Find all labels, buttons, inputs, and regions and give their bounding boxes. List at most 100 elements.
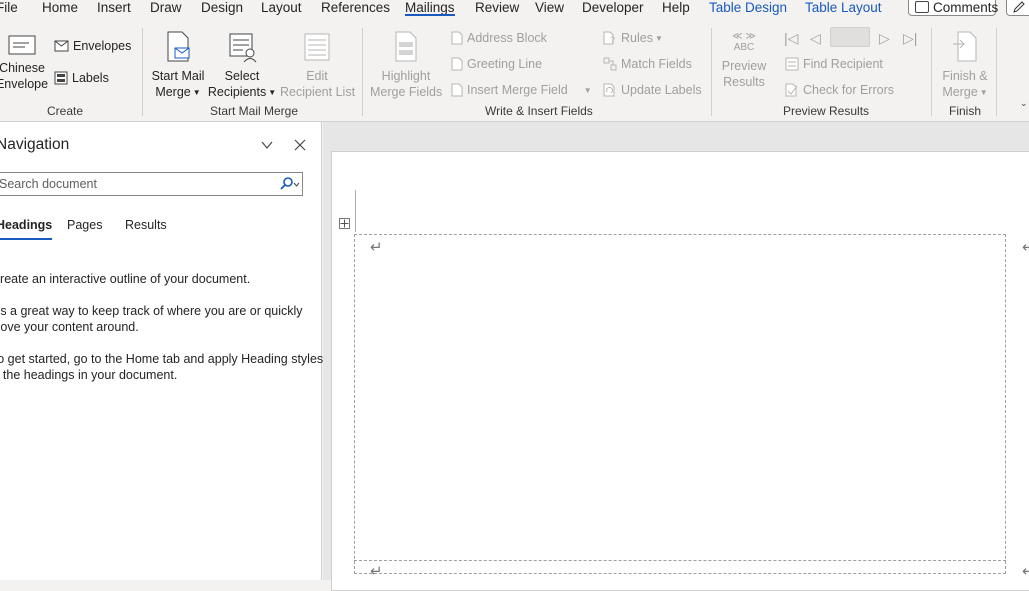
chevron-down-icon: ▼ — [583, 86, 592, 95]
match-fields-button[interactable]: Match Fields — [603, 56, 692, 74]
tab-references[interactable]: References — [321, 0, 390, 18]
find-recipient-label: Find Recipient — [803, 57, 883, 71]
find-recipient-button[interactable]: Find Recipient — [785, 56, 883, 74]
chinese-envelope-button[interactable]: Chinese Envelope — [0, 34, 50, 92]
rules-button[interactable]: ? Rules ▼ — [603, 30, 663, 48]
comment-icon — [915, 1, 929, 13]
tab-results[interactable]: Results — [125, 218, 167, 232]
search-input[interactable] — [0, 173, 269, 195]
select-recipients-button[interactable]: Select Recipients ▼ — [206, 30, 278, 102]
nav-hint-line-5: to the headings in your document. — [0, 368, 178, 382]
update-labels-label: Update Labels — [621, 83, 702, 97]
tab-headings[interactable]: Headings — [0, 218, 53, 240]
start-mail-merge-label-2: Merge — [155, 85, 191, 99]
insert-merge-field-button[interactable]: Insert Merge Field ▼ — [451, 82, 592, 100]
group-label-preview-results: Preview Results — [783, 104, 870, 118]
highlight-merge-fields-icon — [395, 31, 417, 62]
match-fields-icon — [603, 57, 617, 71]
first-record-icon[interactable]: |◁ — [784, 30, 798, 47]
find-recipient-icon — [785, 57, 799, 71]
greeting-line-button[interactable]: Greeting Line — [451, 56, 542, 74]
select-recipients-label-2: Recipients — [207, 85, 267, 99]
document-icon — [451, 31, 463, 45]
comments-button[interactable]: Comments — [908, 0, 999, 16]
chinese-envelope-label-2: Envelope — [0, 77, 49, 91]
edit-recipient-list-button[interactable]: Edit Recipient List — [280, 30, 355, 100]
tab-help[interactable]: Help — [662, 0, 690, 18]
tab-design[interactable]: Design — [201, 0, 243, 18]
comments-label: Comments — [933, 0, 999, 15]
labels-label: Labels — [72, 71, 109, 85]
previous-record-icon[interactable]: ◁ — [810, 30, 821, 47]
labels-button[interactable]: Labels — [54, 70, 109, 88]
group-label-start-mail-merge: Start Mail Merge — [210, 104, 299, 118]
update-labels-button[interactable]: Update Labels — [603, 82, 702, 100]
group-separator — [362, 28, 363, 116]
tab-table-layout[interactable]: Table Layout — [805, 0, 882, 18]
insert-merge-field-label: Insert Merge Field — [467, 83, 568, 97]
editing-mode-button[interactable] — [1006, 0, 1029, 16]
start-mail-merge-button[interactable]: Start Mail Merge ▼ — [150, 30, 206, 102]
tab-pages[interactable]: Pages — [67, 218, 102, 232]
table-cell[interactable] — [354, 234, 1006, 574]
tab-home[interactable]: Home — [42, 0, 78, 18]
tab-draw[interactable]: Draw — [150, 0, 182, 18]
navigation-pane: Navigation Headings Pages Results Create… — [0, 122, 323, 580]
check-for-errors-label: Check for Errors — [803, 83, 894, 97]
table-move-handle-icon[interactable] — [339, 218, 350, 229]
document-icon — [451, 83, 463, 97]
document-icon — [451, 57, 463, 71]
finish-merge-label-1: Finish & — [942, 69, 988, 83]
table-cell-2[interactable] — [354, 560, 1006, 590]
group-label-create: Create — [47, 104, 84, 118]
pencil-icon — [1013, 1, 1025, 13]
chevron-down-icon: ▼ — [979, 88, 988, 97]
finish-merge-button[interactable]: Finish & Merge ▼ — [938, 30, 992, 102]
paragraph-mark: ↵ — [370, 239, 383, 256]
preview-abc-icon: ≪ ≫ — [732, 31, 756, 42]
margin-guide — [355, 190, 356, 232]
preview-abc-text: ABC — [733, 42, 755, 53]
chinese-envelope-label-1: Chinese — [0, 61, 45, 75]
group-separator — [711, 28, 712, 116]
preview-results-button[interactable]: ≪ ≫ ABC Preview Results — [718, 32, 770, 90]
chevron-down-icon: ▼ — [654, 34, 663, 43]
tab-view[interactable]: View — [535, 0, 564, 18]
chevron-down-icon: ▼ — [192, 88, 201, 97]
select-recipients-label-1: Select — [224, 69, 260, 83]
preview-results-label-2: Results — [723, 75, 765, 89]
tab-insert[interactable]: Insert — [97, 0, 131, 18]
navigation-title: Navigation — [0, 136, 70, 153]
rules-icon: ? — [603, 31, 615, 45]
address-block-button[interactable]: Address Block — [451, 30, 547, 48]
close-icon[interactable] — [292, 137, 308, 153]
tab-developer[interactable]: Developer — [582, 0, 644, 18]
tab-mailings[interactable]: Mailings — [405, 0, 455, 18]
highlight-merge-fields-label-2: Merge Fields — [370, 85, 443, 99]
chevron-down-icon[interactable] — [259, 137, 275, 153]
tab-table-design[interactable]: Table Design — [709, 0, 787, 18]
envelopes-button[interactable]: Envelopes — [54, 38, 131, 56]
group-separator — [931, 28, 932, 116]
labels-icon — [54, 71, 68, 85]
search-box — [0, 172, 303, 196]
check-for-errors-button[interactable]: Check for Errors — [785, 82, 894, 100]
collapse-ribbon-icon[interactable]: ⌄ — [1020, 98, 1028, 109]
chinese-envelope-icon — [8, 35, 36, 55]
end-of-row-mark-2: ↵ — [1022, 563, 1029, 580]
nav-hint-line-2: It's a great way to keep track of where … — [0, 304, 303, 318]
tab-layout[interactable]: Layout — [261, 0, 302, 18]
highlight-merge-fields-label-1: Highlight — [381, 69, 431, 83]
rules-label: Rules — [621, 31, 653, 45]
highlight-merge-fields-button[interactable]: Highlight Merge Fields — [370, 30, 442, 100]
document-page[interactable]: ↵ ↵ ↵ ↵ — [331, 151, 1029, 591]
check-for-errors-icon — [785, 83, 798, 97]
tab-file[interactable]: File — [0, 0, 18, 18]
finish-merge-icon — [953, 31, 977, 62]
search-icon[interactable] — [278, 177, 300, 196]
group-separator — [142, 28, 143, 116]
record-number-input[interactable] — [830, 27, 870, 47]
next-record-icon[interactable]: ▷ — [879, 30, 890, 47]
tab-review[interactable]: Review — [475, 0, 519, 18]
last-record-icon[interactable]: ▷| — [903, 30, 917, 47]
